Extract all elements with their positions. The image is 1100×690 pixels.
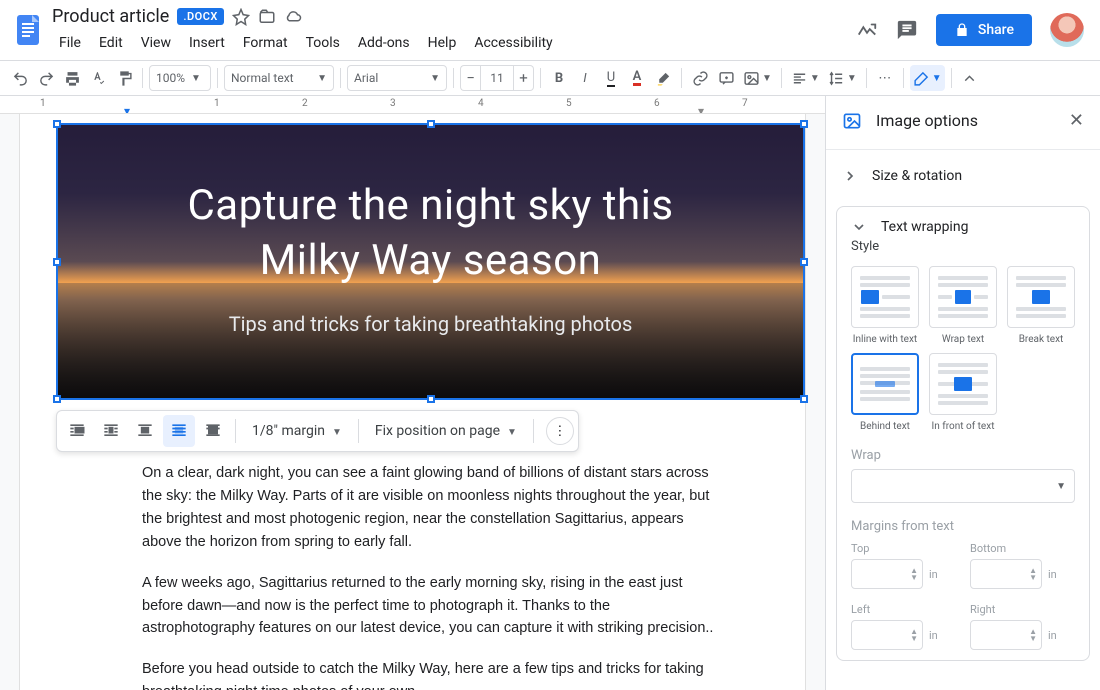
margin-dropdown[interactable]: 1/8" margin ▼ xyxy=(242,423,352,439)
toolbar: 100%▼ Normal text▼ Arial▼ − 11 + B I U A… xyxy=(0,60,1100,96)
menu-help[interactable]: Help xyxy=(421,33,464,53)
align-button[interactable]: ▼ xyxy=(788,65,823,91)
hero-title: Capture the night sky this Milky Way sea… xyxy=(58,179,803,288)
resize-handle[interactable] xyxy=(800,395,808,403)
titlebar: Product article .DOCX File Edit View Ins… xyxy=(0,0,1100,60)
page: Capture the night sky this Milky Way sea… xyxy=(20,114,805,690)
wrap-inline-button[interactable] xyxy=(61,415,93,447)
font-size-value[interactable]: 11 xyxy=(480,65,514,91)
italic-button[interactable]: I xyxy=(573,65,597,91)
paragraph: Before you head outside to catch the Mil… xyxy=(142,658,722,690)
fix-position-dropdown[interactable]: Fix position on page ▼ xyxy=(365,423,527,439)
lock-icon xyxy=(954,22,970,38)
ruler[interactable]: 1 ▾ 1 2 3 4 5 6 7 ▾ xyxy=(0,96,825,114)
docs-app-icon[interactable] xyxy=(8,10,48,50)
document-title[interactable]: Product article xyxy=(52,6,169,27)
undo-button[interactable] xyxy=(8,65,32,91)
menu-file[interactable]: File xyxy=(52,33,88,53)
share-label: Share xyxy=(978,22,1014,38)
paint-format-button[interactable] xyxy=(112,65,136,91)
paragraph: A few weeks ago, Sagittarius returned to… xyxy=(142,572,722,641)
menu-bar: File Edit View Insert Format Tools Add-o… xyxy=(52,31,856,55)
wrap-front-button[interactable] xyxy=(197,415,229,447)
image-options-panel: Image options ✕ Size & rotation Text wra… xyxy=(825,96,1100,690)
image-layout-toolbar: 1/8" margin ▼ Fix position on page ▼ ⋮ xyxy=(56,410,579,452)
chevron-right-icon xyxy=(842,168,858,184)
text-wrapping-card: Text wrapping Style Inline with text xyxy=(836,206,1090,661)
editing-mode-button[interactable]: ▼ xyxy=(910,65,945,91)
wrap-dropdown[interactable]: ▼ xyxy=(851,469,1075,503)
hero-subtitle: Tips and tricks for taking breathtaking … xyxy=(58,312,803,336)
account-avatar[interactable] xyxy=(1050,13,1084,47)
wrap-option-inline[interactable] xyxy=(851,266,919,328)
font-dropdown[interactable]: Arial▼ xyxy=(347,65,447,91)
menu-addons[interactable]: Add-ons xyxy=(351,33,417,53)
cloud-status-icon[interactable] xyxy=(284,8,302,26)
print-button[interactable] xyxy=(60,65,84,91)
highlight-button[interactable] xyxy=(651,65,675,91)
text-wrapping-header[interactable]: Text wrapping xyxy=(851,219,1075,235)
resize-handle[interactable] xyxy=(53,395,61,403)
collapse-panel-button[interactable] xyxy=(958,65,982,91)
wrap-wrap-button[interactable] xyxy=(95,415,127,447)
wrap-option-behind[interactable] xyxy=(851,353,919,415)
underline-button[interactable]: U xyxy=(599,65,623,91)
image-more-button[interactable]: ⋮ xyxy=(546,417,574,445)
line-spacing-button[interactable]: ▼ xyxy=(825,65,860,91)
wrap-option-wrap[interactable] xyxy=(929,266,997,328)
resize-handle[interactable] xyxy=(53,120,61,128)
comment-button[interactable] xyxy=(714,65,738,91)
bold-button[interactable]: B xyxy=(547,65,571,91)
menu-format[interactable]: Format xyxy=(236,33,295,53)
wrap-option-front[interactable] xyxy=(929,353,997,415)
redo-button[interactable] xyxy=(34,65,58,91)
close-icon[interactable]: ✕ xyxy=(1069,110,1084,131)
insert-image-button[interactable]: ▼ xyxy=(740,65,775,91)
menu-edit[interactable]: Edit xyxy=(92,33,130,53)
font-size-control: − 11 + xyxy=(460,65,534,91)
wrap-label: Wrap xyxy=(851,448,1075,463)
margin-right-input[interactable]: ▲▼ xyxy=(970,620,1042,650)
comments-icon[interactable] xyxy=(896,19,918,41)
wrap-style-grid: Inline with text Wrap text xyxy=(851,266,1075,432)
menu-view[interactable]: View xyxy=(134,33,178,53)
menu-insert[interactable]: Insert xyxy=(182,33,232,53)
wrap-break-button[interactable] xyxy=(129,415,161,447)
panel-title: Image options xyxy=(876,111,1055,130)
activity-icon[interactable] xyxy=(856,19,878,41)
paragraph: On a clear, dark night, you can see a fa… xyxy=(142,462,722,554)
text-color-button[interactable]: A xyxy=(625,65,649,91)
wrap-option-break[interactable] xyxy=(1007,266,1075,328)
style-label: Style xyxy=(851,239,1075,254)
link-button[interactable] xyxy=(688,65,712,91)
body-text[interactable]: On a clear, dark night, you can see a fa… xyxy=(142,462,722,690)
resize-handle[interactable] xyxy=(427,120,435,128)
margin-bottom-input[interactable]: ▲▼ xyxy=(970,559,1042,589)
more-tools-button[interactable]: ⋯ xyxy=(873,65,897,91)
margins-label: Margins from text xyxy=(851,519,1075,534)
zoom-dropdown[interactable]: 100%▼ xyxy=(149,65,211,91)
resize-handle[interactable] xyxy=(800,120,808,128)
chevron-down-icon xyxy=(851,219,867,235)
spellcheck-button[interactable] xyxy=(86,65,110,91)
margin-left-input[interactable]: ▲▼ xyxy=(851,620,923,650)
share-button[interactable]: Share xyxy=(936,14,1032,46)
paragraph-style-dropdown[interactable]: Normal text▼ xyxy=(224,65,334,91)
document-canvas[interactable]: 1 ▾ 1 2 3 4 5 6 7 ▾ Capture the night sk… xyxy=(0,96,825,690)
size-rotation-section[interactable]: Size & rotation xyxy=(826,154,1100,198)
star-icon[interactable] xyxy=(232,8,250,26)
docx-badge: .DOCX xyxy=(177,8,224,25)
font-size-decrease[interactable]: − xyxy=(460,65,480,91)
wrap-behind-button[interactable] xyxy=(163,415,195,447)
image-icon xyxy=(842,111,862,131)
font-size-increase[interactable]: + xyxy=(514,65,534,91)
move-icon[interactable] xyxy=(258,8,276,26)
resize-handle[interactable] xyxy=(427,395,435,403)
margin-top-input[interactable]: ▲▼ xyxy=(851,559,923,589)
menu-accessibility[interactable]: Accessibility xyxy=(467,33,559,53)
menu-tools[interactable]: Tools xyxy=(299,33,347,53)
